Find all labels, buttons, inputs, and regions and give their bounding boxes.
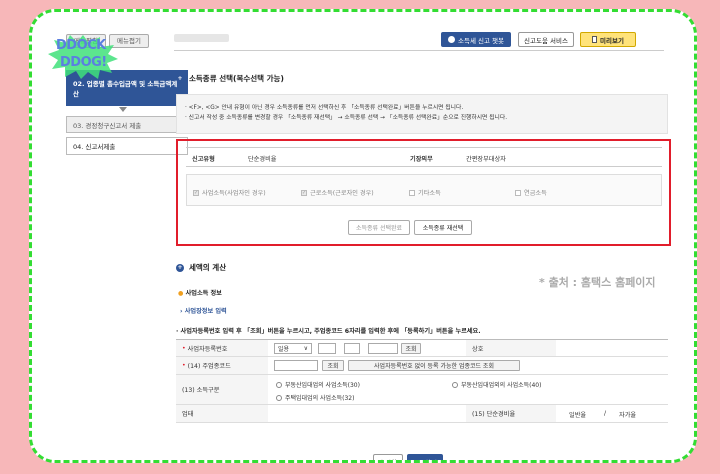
filing-type-value: 단순경비율: [248, 156, 277, 163]
filing-type-label: 신고유형: [192, 156, 215, 163]
source-caption: * 출처 : 홈택스 홈페이지: [539, 276, 656, 289]
help-service-button[interactable]: 신고도움 서비스: [518, 32, 574, 47]
bizno-part1-input[interactable]: [318, 343, 336, 354]
sidebar-item-correction[interactable]: 03. 경정청구신고서 제출: [66, 116, 188, 133]
business-guide-text: · 사업자등록번호 입력 후 「조회」버튼을 누르시고, 주업종코드 6자리를 …: [176, 328, 481, 335]
expense-rate-label: (15) 단순경비율: [466, 405, 556, 422]
checkbox-other-income[interactable]: 기타소득: [409, 188, 441, 197]
form-row-industry: • (14) 주업종코드 조회 사업자등록번호 없이 등록 가능한 업종코드 조회: [176, 357, 668, 375]
checkbox-empty-icon: [409, 189, 415, 196]
radio-icon: [452, 381, 458, 388]
notice-line: · <F>, <G> 안내 유형이 아닌 경우 소득종류를 먼저 선택하신 후 …: [185, 105, 464, 111]
industry-no-bizno-lookup-button[interactable]: 사업자등록번호 없이 등록 가능한 업종코드 조회: [348, 360, 520, 371]
radio-icon: [276, 381, 282, 388]
reset-button[interactable]: 초기화: [373, 454, 403, 460]
expense-rate-separator: /: [604, 410, 607, 417]
expense-rate-self: 자가율: [619, 412, 637, 419]
bookkeeping-value: 간편장부대상자: [466, 156, 506, 163]
bizno-type-select[interactable]: 일용 ∨: [274, 343, 312, 354]
expense-rate-general: 일반율: [569, 412, 587, 419]
chevron-down-icon: ∨: [303, 345, 308, 352]
income-type-complete-button[interactable]: 소득종류 선택완료: [348, 220, 410, 235]
checkbox-checked-icon: ✓: [301, 189, 307, 196]
checkbox-empty-icon: [515, 189, 521, 196]
circle-bullet-icon: ●: [178, 290, 184, 297]
bookkeeping-label: 기장의무: [410, 156, 433, 163]
preview-button-label: 미리보기: [600, 36, 624, 45]
checkbox-checked-icon: ✓: [193, 189, 199, 196]
income-category-label: (13) 소득구분: [176, 375, 268, 404]
chevron-right-icon: ›: [180, 308, 183, 315]
radio-non-real-estate[interactable]: 부동산임대업외의 사업소득(40): [452, 380, 541, 389]
bizno-lookup-button[interactable]: 조회: [401, 343, 421, 354]
form-row-income-category: (13) 소득구분 부동산임대업의 사업소득(30) 부동산임대업외의 사업소득…: [176, 375, 668, 405]
sticker-text-line2: DDOG!: [60, 55, 107, 70]
form-row-business-type: 업태 (15) 단순경비율 일반율 / 자가율: [176, 405, 668, 423]
document-icon: [592, 36, 598, 43]
blurred-page-title: [174, 34, 229, 42]
industry-code-input[interactable]: [274, 360, 318, 371]
notice-box: · <F>, <G> 안내 유형이 아닌 경우 소득종류를 먼저 선택하신 후 …: [176, 94, 668, 134]
chatbot-icon: [448, 36, 455, 43]
form-row-bizno: • 사업자등록번호 일용 ∨ 조회 상호: [176, 340, 668, 357]
sticker-text-line1: DDOCK: [56, 38, 106, 53]
income-checkbox-area: ✓ 사업소득(사업자인 경우) ✓ 근로소득(근로자인 경우) 기타소득 연금소…: [186, 174, 662, 206]
ddockddog-sticker: DDOCK DDOG!: [48, 35, 118, 79]
business-input-link[interactable]: › 사업장정보 입력: [180, 306, 227, 315]
sidebar-item-submit[interactable]: 04. 신고서제출: [66, 137, 188, 155]
tax-calc-section-title: + 세액의 계산: [176, 263, 227, 272]
radio-real-estate-rental[interactable]: 부동산임대업의 사업소득(30): [276, 380, 360, 389]
business-type-label: 업태: [176, 405, 268, 422]
company-name-label: 상호: [466, 340, 556, 356]
bizno-part3-input[interactable]: [368, 343, 398, 354]
radio-icon: [276, 394, 282, 401]
checkbox-earned-income[interactable]: ✓ 근로소득(근로자인 경우): [301, 188, 374, 197]
income-type-highlight-box: 신고유형 단순경비율 기장의무 간편장부대상자 ✓ 사업소득(사업자인 경우) …: [176, 139, 671, 246]
radio-housing-rental[interactable]: 주택임대업의 사업소득(32): [276, 393, 354, 402]
bizno-part2-input[interactable]: [344, 343, 360, 354]
preview-button[interactable]: 미리보기: [580, 32, 636, 47]
industry-lookup-button[interactable]: 조회: [322, 360, 344, 371]
industry-code-label: • (14) 주업종코드: [176, 357, 268, 374]
income-type-section-title: + 소득종류 선택(복수선택 가능): [176, 74, 284, 83]
income-type-reselect-button[interactable]: 소득종류 재선택: [414, 220, 472, 235]
business-info-form: • 사업자등록번호 일용 ∨ 조회 상호 • (14) 주업종코드 조회 사업자등록…: [176, 339, 668, 423]
step-arrow-icon: [119, 107, 127, 112]
register-button[interactable]: 등록하기: [407, 454, 443, 460]
notice-line: · 신고서 작성 중 소득종류를 변경할 경우 「소득종류 재선택」 → 소득종…: [185, 115, 508, 121]
chatbot-button[interactable]: 소득세 신고 챗봇: [441, 32, 511, 47]
business-info-heading: ● 사업소득 정보: [178, 290, 222, 297]
checkbox-pension-income[interactable]: 연금소득: [515, 188, 547, 197]
screenshot-frame: 메뉴펼침 메뉴접기 02. 업종별 총수입금액 및 소득금액계산 03. 경정청…: [29, 9, 697, 463]
chatbot-button-label: 소득세 신고 챗봇: [458, 36, 504, 45]
bizno-label: • 사업자등록번호: [176, 340, 268, 356]
filing-info-row: 신고유형 단순경비율 기장의무 간편장부대상자: [186, 147, 662, 167]
plus-circle-icon: +: [176, 74, 184, 83]
header-divider: [174, 50, 664, 51]
plus-circle-icon: +: [176, 263, 184, 272]
checkbox-business-income[interactable]: ✓ 사업소득(사업자인 경우): [193, 188, 266, 197]
